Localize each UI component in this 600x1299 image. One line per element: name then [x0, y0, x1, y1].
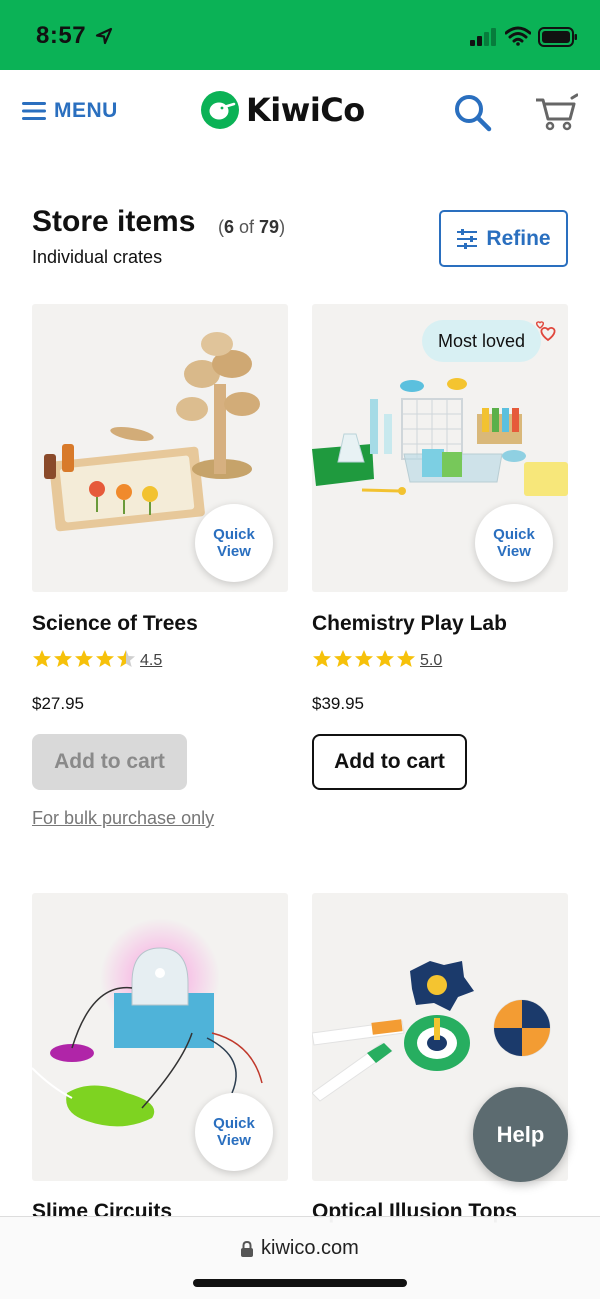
product-price: $27.95 — [32, 694, 84, 713]
quick-view-label: Quick View — [213, 526, 255, 560]
status-time: 8:57 — [36, 22, 87, 49]
refine-sliders-icon — [457, 228, 478, 249]
star-icon — [397, 650, 415, 667]
logo-text: KiwiCo — [246, 91, 365, 129]
product-image-slime-circuits[interactable]: Quick View — [32, 893, 288, 1181]
lock-icon — [241, 1240, 253, 1257]
menu-button[interactable]: MENU — [22, 96, 118, 126]
add-to-cart-button-disabled: Add to cart — [32, 734, 187, 790]
product-name[interactable]: Chemistry Play Lab — [312, 612, 507, 636]
refine-button[interactable]: Refine — [439, 210, 568, 267]
product-name[interactable]: Science of Trees — [32, 612, 198, 636]
help-button[interactable]: Help — [473, 1087, 568, 1182]
star-rating — [312, 649, 416, 671]
star-icon — [33, 650, 51, 667]
product-image-science-of-trees[interactable]: Quick View — [32, 304, 288, 592]
quick-view-button[interactable]: Quick View — [195, 1093, 273, 1171]
quick-view-label: Quick View — [493, 526, 535, 560]
heart-icon — [536, 321, 556, 342]
home-indicator[interactable] — [193, 1279, 407, 1287]
url-text: kiwico.com — [261, 1237, 359, 1259]
star-icon — [75, 650, 93, 667]
quick-view-label: Quick View — [213, 1115, 255, 1149]
star-icon — [313, 650, 331, 667]
signal-icon — [470, 28, 496, 46]
star-icon — [355, 650, 373, 667]
wifi-icon — [505, 26, 531, 46]
help-label: Help — [496, 1121, 545, 1147]
page-subtitle: Individual crates — [32, 247, 163, 267]
search-icon[interactable] — [452, 92, 492, 132]
star-half-icon — [117, 650, 135, 667]
quick-view-button[interactable]: Quick View — [195, 504, 273, 582]
bulk-purchase-link[interactable]: For bulk purchase only — [32, 808, 214, 829]
kiwico-logo[interactable]: KiwiCo — [200, 90, 365, 130]
browser-address-bar[interactable]: kiwico.com — [0, 1216, 600, 1299]
star-icon — [54, 650, 72, 667]
kiwico-logo-icon — [201, 91, 239, 129]
refine-label: Refine — [486, 226, 551, 250]
star-icon — [96, 650, 114, 667]
most-loved-badge: Most loved — [422, 320, 542, 362]
star-icon — [376, 650, 394, 667]
location-arrow-icon — [95, 27, 113, 45]
add-to-cart-button[interactable]: Add to cart — [312, 734, 467, 790]
cart-icon[interactable] — [534, 92, 578, 132]
star-rating — [32, 649, 136, 671]
result-count: (6 of 79) — [218, 217, 286, 237]
product-price: $39.95 — [312, 694, 364, 713]
rating-value[interactable]: 4.5 — [140, 652, 162, 670]
star-icon — [334, 650, 352, 667]
battery-icon — [538, 27, 577, 47]
quick-view-button[interactable]: Quick View — [475, 504, 553, 582]
site-header: MENU KiwiCo — [0, 70, 600, 154]
menu-label: MENU — [54, 99, 118, 122]
menu-icon — [22, 102, 46, 120]
rating-value[interactable]: 5.0 — [420, 652, 442, 670]
page-title: Store items — [32, 205, 196, 238]
status-bar: 8:57 — [0, 0, 600, 70]
